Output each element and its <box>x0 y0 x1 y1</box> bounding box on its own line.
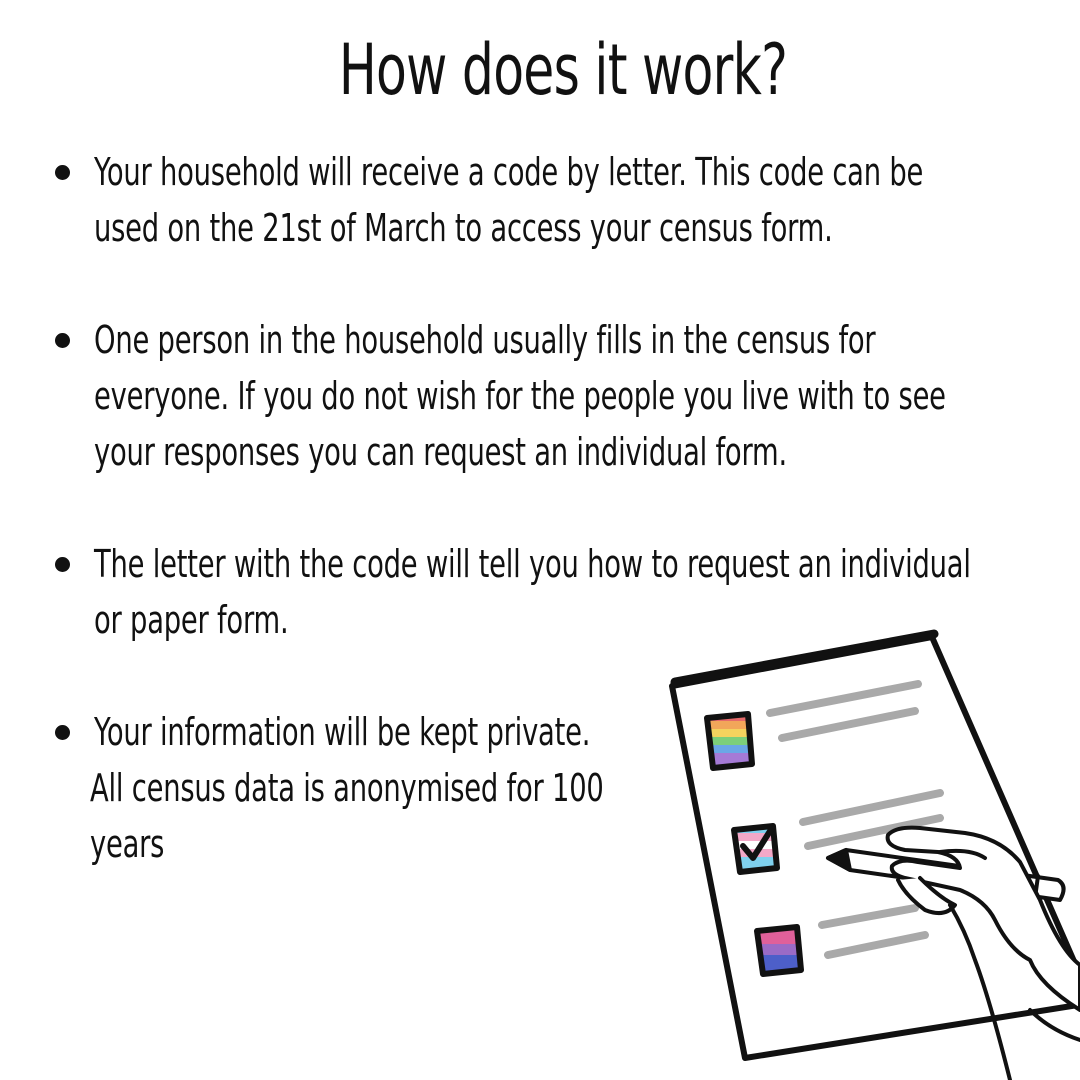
hand-with-pen-icon <box>826 825 1080 1080</box>
bullet-3-line-1: The letter with the code will tell you h… <box>94 542 971 586</box>
rainbow-flag-checkbox-icon <box>704 711 755 771</box>
checkmark-icon <box>740 825 775 861</box>
paper-sheet-icon <box>669 629 1080 1061</box>
bullet-2-line-1: One person in the household usually fill… <box>94 318 876 362</box>
bullet-2-line-2: everyone. If you do not wish for the peo… <box>94 374 946 418</box>
bullet-point-1 <box>55 165 70 180</box>
trans-flag-checkbox-icon <box>731 823 780 875</box>
bullet-3-line-2: or paper form. <box>94 598 289 642</box>
bullet-4-line-2: All census data is anonymised for 100 <box>90 766 604 810</box>
bullet-1-line-1: Your household will receive a code by le… <box>94 150 924 194</box>
bi-flag-checkbox-icon <box>754 924 804 977</box>
infographic-page: How does it work? Your household will re… <box>0 0 1080 1080</box>
bullet-1-line-2: used on the 21st of March to access your… <box>94 206 833 250</box>
form-lines <box>766 680 944 959</box>
bullet-point-3 <box>55 557 70 572</box>
bullet-4-line-1: Your information will be kept private. <box>94 710 591 754</box>
bullet-2-line-3: your responses you can request an indivi… <box>94 430 787 474</box>
bullet-4-line-3: years <box>90 822 165 866</box>
bullet-point-2 <box>55 333 70 348</box>
page-title: How does it work? <box>338 29 788 111</box>
bullet-point-4 <box>55 725 70 740</box>
